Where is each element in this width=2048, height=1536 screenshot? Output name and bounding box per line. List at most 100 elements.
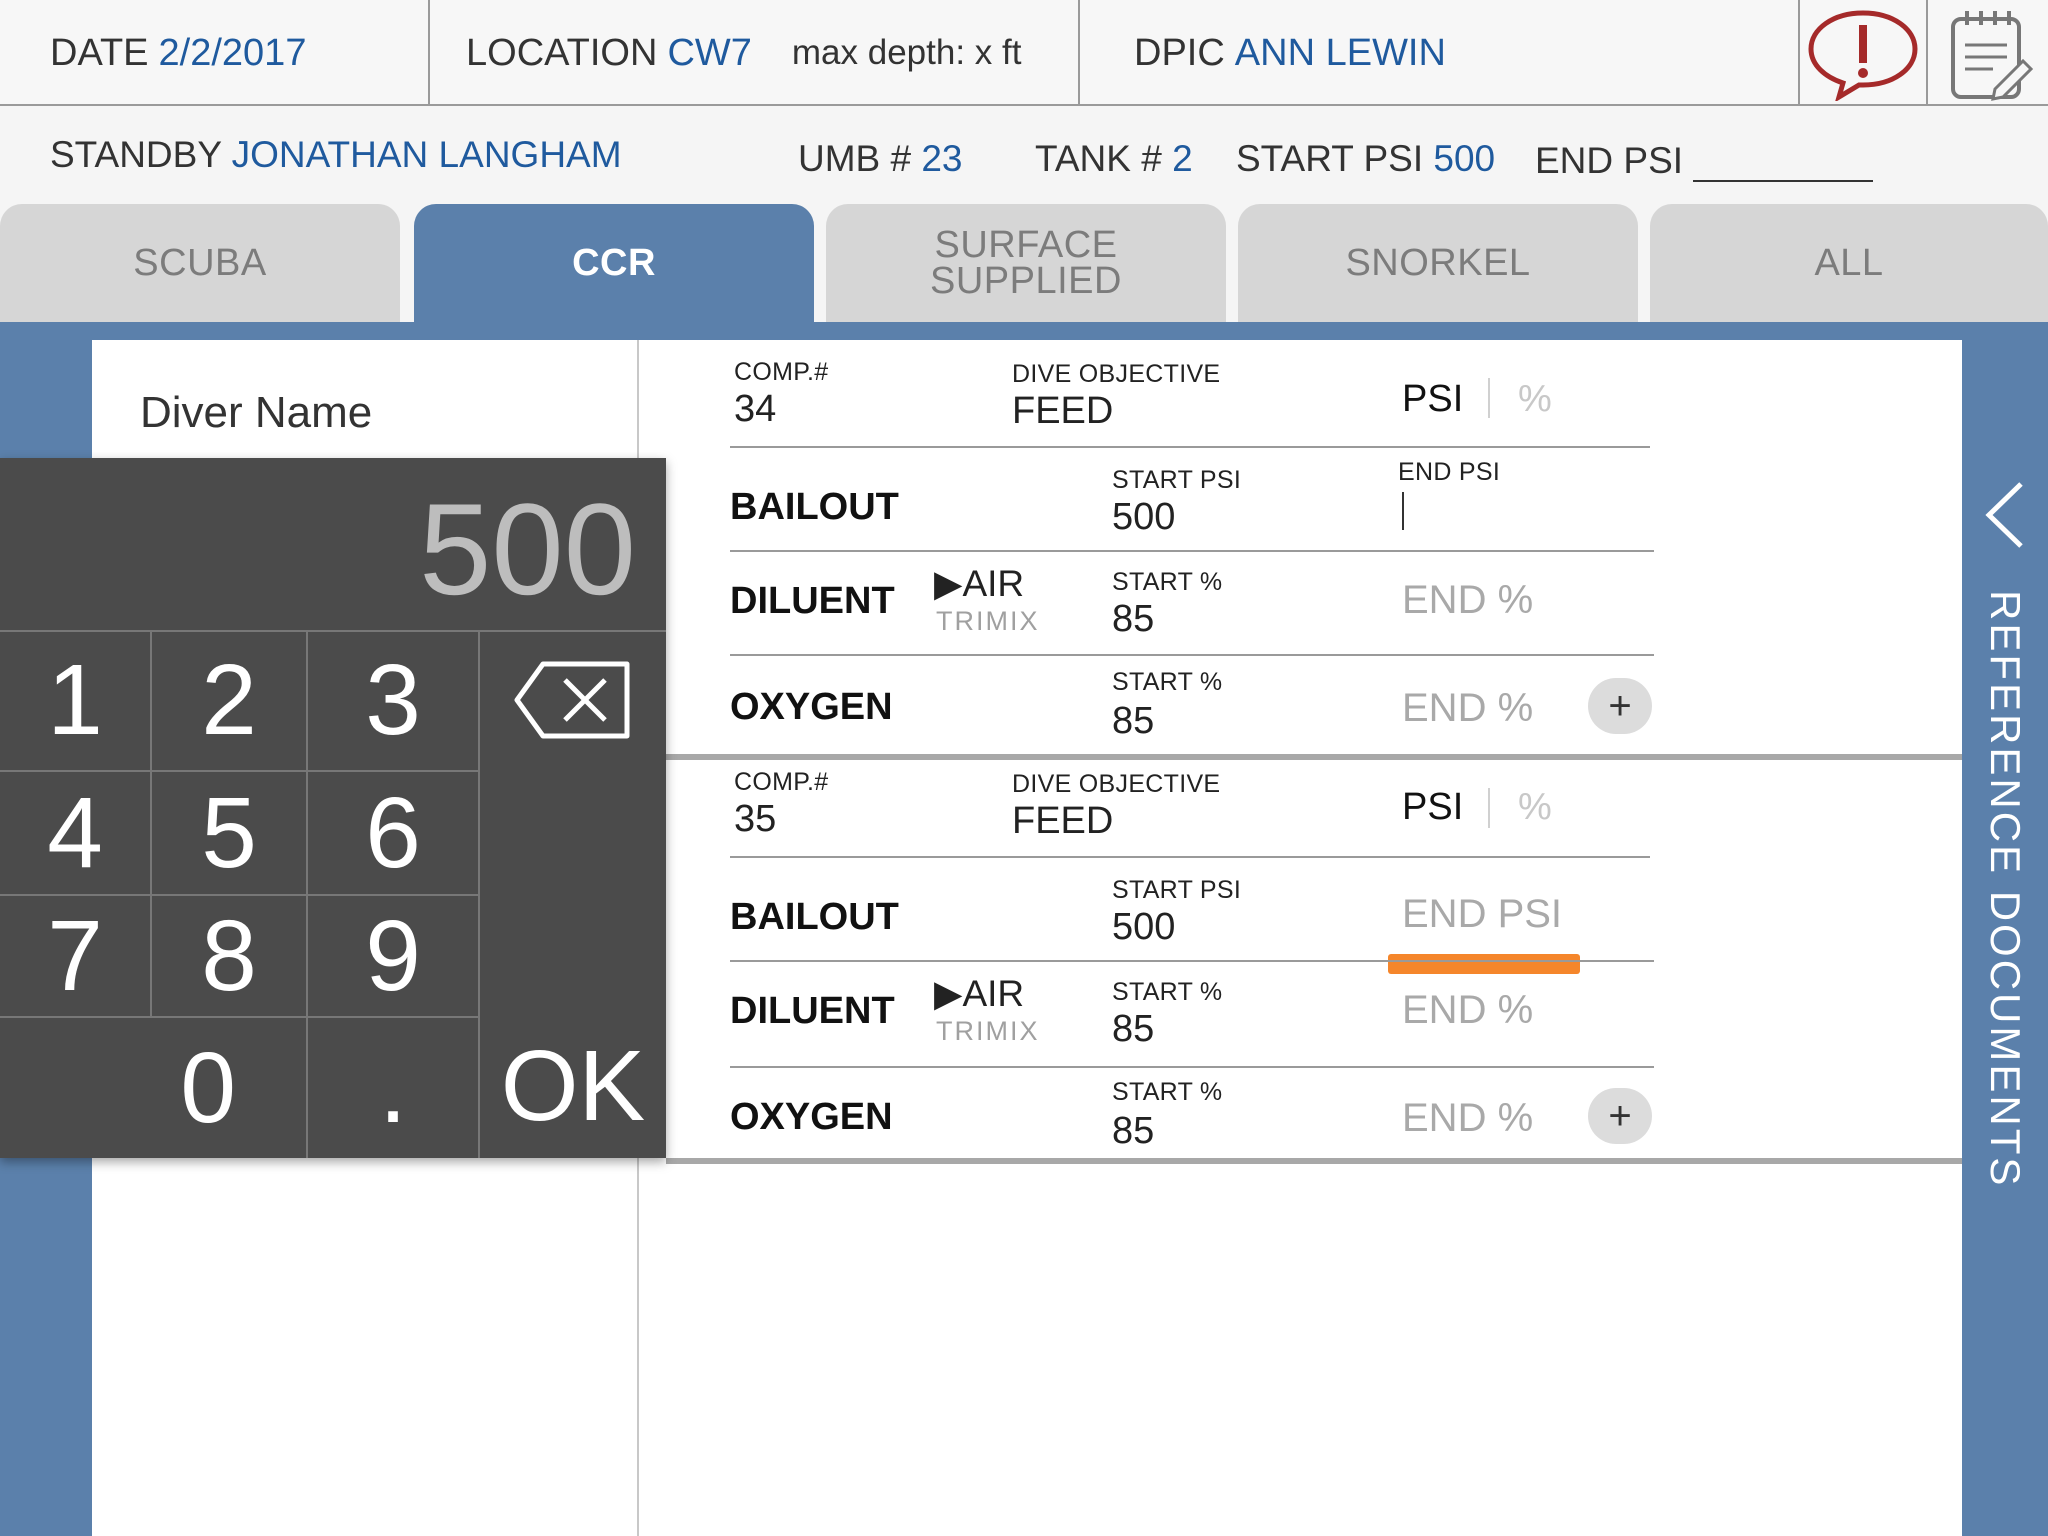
unit-psi-toggle[interactable]: PSI: [1402, 378, 1463, 421]
dive-objective-label: DIVE OBJECTIVE: [1012, 360, 1221, 388]
unit-divider: [1488, 378, 1490, 418]
active-field-indicator: [1388, 954, 1580, 974]
key-5[interactable]: 5: [152, 772, 306, 894]
key-4[interactable]: 4: [0, 772, 150, 894]
comp-number-label: COMP.#: [734, 358, 829, 386]
standby-field[interactable]: STANDBY JONATHAN LANGHAM: [50, 134, 622, 176]
oxygen-label: OXYGEN: [730, 1096, 893, 1138]
reference-documents-label[interactable]: REFERENCE DOCUMENTS: [1960, 590, 2048, 1250]
key-2[interactable]: 2: [152, 630, 306, 770]
bailout-end-psi-input[interactable]: END PSI: [1402, 892, 1562, 937]
compartment-separator: [666, 1158, 1962, 1164]
bailout-start-psi-label: START PSI: [1112, 466, 1242, 494]
diluent-end-percent-input[interactable]: END %: [1402, 988, 1533, 1033]
key-1[interactable]: 1: [0, 630, 150, 770]
bailout-start-psi-label: START PSI: [1112, 876, 1242, 904]
oxygen-start-percent-label: START %: [1112, 668, 1223, 696]
max-depth-text: max depth: x ft: [791, 33, 1022, 72]
start-psi-label: START PSI: [1236, 138, 1424, 179]
keypad-display: 500: [419, 476, 636, 622]
divider: [730, 960, 1654, 962]
diluent-end-percent-input[interactable]: END %: [1402, 578, 1533, 623]
bailout-end-psi-cursor[interactable]: [1402, 492, 1404, 530]
unit-psi-toggle[interactable]: PSI: [1402, 786, 1463, 829]
oxygen-start-percent-value[interactable]: 85: [1112, 700, 1154, 743]
end-psi-input[interactable]: [1693, 148, 1874, 182]
start-psi-field[interactable]: START PSI 500: [1236, 138, 1495, 180]
dpic-label: DPIC: [1134, 31, 1225, 74]
standby-label: STANDBY: [50, 134, 222, 175]
divider: [730, 446, 1650, 448]
date-label: DATE: [50, 31, 149, 74]
tank-field[interactable]: TANK # 2: [1035, 138, 1193, 180]
notepad-icon: [1951, 11, 2033, 101]
oxygen-start-percent-value[interactable]: 85: [1112, 1110, 1154, 1153]
diluent-start-percent-label: START %: [1112, 568, 1223, 596]
comp-number-value[interactable]: 34: [734, 388, 776, 431]
bailout-end-psi-label: END PSI: [1398, 458, 1501, 486]
dive-objective-value[interactable]: FEED: [1012, 390, 1113, 433]
add-gas-button[interactable]: +: [1588, 1088, 1652, 1144]
end-psi-field[interactable]: END PSI: [1535, 140, 1874, 182]
diluent-gas-air[interactable]: ▶AIR: [934, 562, 1024, 605]
end-psi-label: END PSI: [1535, 140, 1684, 181]
standby-value: JONATHAN LANGHAM: [231, 134, 622, 175]
unit-percent-toggle[interactable]: %: [1518, 786, 1552, 829]
diluent-label: DILUENT: [730, 580, 895, 622]
oxygen-end-percent-input[interactable]: END %: [1402, 686, 1533, 731]
unit-divider: [1488, 788, 1490, 828]
notes-button[interactable]: [1928, 0, 2048, 106]
date-cell[interactable]: DATE 2/2/2017: [0, 0, 430, 106]
diluent-gas-trimix[interactable]: TRIMIX: [936, 1016, 1040, 1047]
ok-button[interactable]: OK: [480, 938, 666, 1158]
start-psi-value: 500: [1433, 138, 1496, 179]
key-7[interactable]: 7: [0, 896, 150, 1016]
umb-label: UMB #: [798, 138, 912, 179]
oxygen-label: OXYGEN: [730, 686, 893, 728]
bailout-start-psi-value[interactable]: 500: [1112, 496, 1175, 539]
bailout-label: BAILOUT: [730, 896, 899, 938]
alert-speech-bubble-icon: [1808, 10, 1918, 101]
tank-value: 2: [1172, 138, 1193, 179]
umb-field[interactable]: UMB # 23: [798, 138, 963, 180]
tab-scuba[interactable]: SCUBA: [0, 204, 400, 322]
divider: [730, 550, 1654, 552]
unit-percent-toggle[interactable]: %: [1518, 378, 1552, 421]
diluent-start-percent-value[interactable]: 85: [1112, 1008, 1154, 1051]
tab-snorkel[interactable]: SNORKEL: [1238, 204, 1638, 322]
backspace-button[interactable]: [480, 630, 666, 770]
umb-value: 23: [921, 138, 963, 179]
alert-button[interactable]: [1800, 0, 1928, 106]
date-value: 2/2/2017: [158, 31, 307, 74]
comp-number-label: COMP.#: [734, 768, 829, 796]
compartment-separator: [666, 754, 1962, 760]
comp-number-value[interactable]: 35: [734, 798, 776, 841]
key-0[interactable]: 0: [0, 1018, 306, 1158]
tab-all[interactable]: ALL: [1650, 204, 2048, 322]
key-3[interactable]: 3: [308, 630, 478, 770]
key-decimal[interactable]: .: [308, 1018, 478, 1158]
location-cell[interactable]: LOCATION CW7 max depth: x ft: [430, 0, 1080, 106]
key-8[interactable]: 8: [152, 896, 306, 1016]
diver-name-input[interactable]: Diver Name: [140, 388, 372, 438]
dive-objective-value[interactable]: FEED: [1012, 800, 1113, 843]
tab-underline: [0, 322, 2048, 340]
divider: [730, 1066, 1654, 1068]
diluent-gas-air[interactable]: ▶AIR: [934, 972, 1024, 1015]
add-gas-button[interactable]: +: [1588, 678, 1652, 734]
key-6[interactable]: 6: [308, 772, 478, 894]
diluent-start-percent-label: START %: [1112, 978, 1223, 1006]
chevron-left-icon[interactable]: [1985, 480, 2025, 550]
bailout-start-psi-value[interactable]: 500: [1112, 906, 1175, 949]
key-9[interactable]: 9: [308, 896, 478, 1016]
dive-objective-label: DIVE OBJECTIVE: [1012, 770, 1221, 798]
dpic-cell[interactable]: DPIC ANN LEWIN: [1080, 0, 1800, 106]
oxygen-end-percent-input[interactable]: END %: [1402, 1096, 1533, 1141]
diluent-start-percent-value[interactable]: 85: [1112, 598, 1154, 641]
diluent-gas-trimix[interactable]: TRIMIX: [936, 606, 1040, 637]
divider: [730, 856, 1650, 858]
tab-surface-supplied[interactable]: SURFACE SUPPLIED: [826, 204, 1226, 322]
tab-ccr[interactable]: CCR: [414, 204, 814, 322]
location-value: CW7: [667, 31, 752, 74]
oxygen-start-percent-label: START %: [1112, 1078, 1223, 1106]
